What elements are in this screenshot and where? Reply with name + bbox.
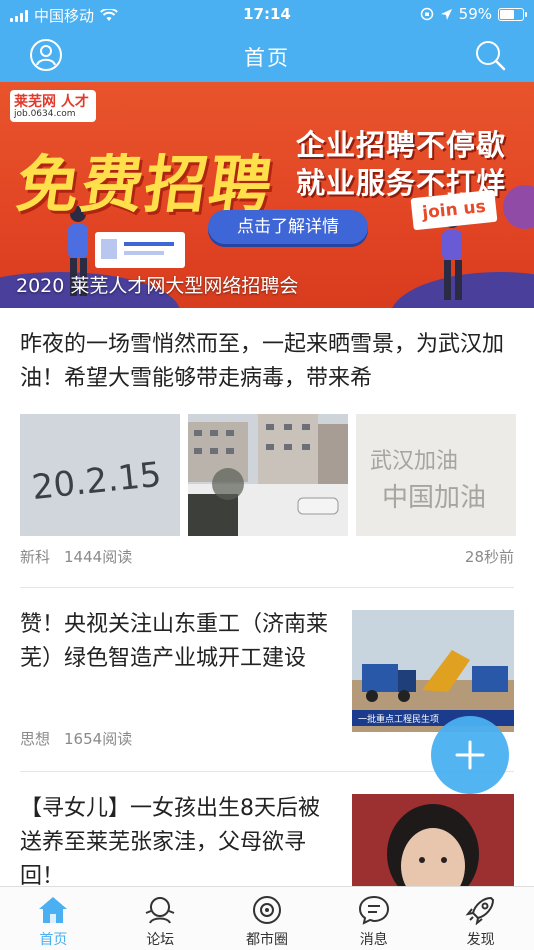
tab-bar: 首页 论坛 都市圈 消息 发现 xyxy=(0,886,534,950)
thumbnail-snowy-buildings[interactable] xyxy=(188,414,348,536)
svg-text:武汉加油: 武汉加油 xyxy=(370,449,458,474)
banner-cta-button[interactable]: 点击了解详情 xyxy=(208,210,368,244)
feed-item-meta: 思想 1654阅读 xyxy=(20,728,132,749)
feed-item-time: 28秒前 xyxy=(464,548,514,566)
search-button[interactable] xyxy=(472,37,508,73)
tab-city-circle-label: 都市圈 xyxy=(245,932,288,948)
orientation-lock-icon xyxy=(420,7,433,21)
message-icon xyxy=(358,895,389,925)
banner-carousel[interactable]: 莱芜网 人才 job.0634.com 免费招聘 企业招聘不停歇 就业服务不打烊… xyxy=(0,82,534,308)
tab-discover-label: 发现 xyxy=(466,932,495,948)
feed-item-meta: 新科 1444阅读 xyxy=(20,546,132,567)
feed-item-author: 思想 xyxy=(20,730,51,748)
status-bar: 中国移动 17:14 59% xyxy=(0,0,534,28)
plus-icon xyxy=(455,740,485,770)
tab-forum-label: 论坛 xyxy=(146,932,175,948)
feed-item-image[interactable] xyxy=(352,794,514,894)
feed-item-title: 【寻女儿】一女孩出生8天后被送养至莱芜张家洼，父母欲寻回！ xyxy=(20,796,320,889)
page-title: 首页 xyxy=(244,46,290,70)
feed-item-author: 新科 xyxy=(20,548,51,566)
battery-icon xyxy=(498,7,527,21)
feed-item-reads: 1654阅读 xyxy=(64,730,133,748)
search-icon xyxy=(476,41,506,71)
forum-icon xyxy=(145,897,175,924)
nav-bar: 首页 xyxy=(0,28,534,82)
feed-item-image[interactable]: 一批重点工程民生项 xyxy=(352,610,514,732)
thumbnail-snow-writing[interactable]: 20.2.15 xyxy=(20,414,180,536)
tab-messages-label: 消息 xyxy=(359,932,388,948)
tab-discover[interactable]: 发现 xyxy=(427,887,534,950)
thumbnail-snow-message[interactable]: 武汉加油 中国加油 xyxy=(356,414,516,536)
svg-text:中国加油: 中国加油 xyxy=(382,483,486,513)
rocket-icon xyxy=(465,896,494,925)
feed-item-thumbnails: 20.2.15 武汉加油 中国加油 xyxy=(20,414,516,536)
battery-percent: 59% xyxy=(458,5,492,23)
news-overlay-caption: 一批重点工程民生项 xyxy=(358,713,439,725)
top-bar: 中国移动 17:14 59% 首页 xyxy=(0,0,534,82)
banner-logo: 莱芜网 人才 job.0634.com xyxy=(10,90,96,122)
circle-icon xyxy=(252,896,281,924)
banner-caption: 2020 莱芜人才网大型网络招聘会 xyxy=(16,275,299,297)
compose-fab[interactable] xyxy=(431,716,509,794)
banner-sub-slogan-1: 企业招聘不停歇 xyxy=(296,128,507,162)
tab-home-label: 首页 xyxy=(39,932,68,948)
tab-forum[interactable]: 论坛 xyxy=(107,887,214,950)
location-icon xyxy=(440,8,452,20)
feed-item-reads: 1444阅读 xyxy=(64,548,133,566)
tab-home[interactable]: 首页 xyxy=(0,887,107,950)
tab-messages[interactable]: 消息 xyxy=(320,887,427,950)
home-icon xyxy=(39,897,68,923)
feed-item-title: 昨夜的一场雪悄然而至，一起来晒雪景，为武汉加油！希望大雪能够带走病毒，带来希 xyxy=(20,332,505,391)
feed-item[interactable]: 昨夜的一场雪悄然而至，一起来晒雪景，为武汉加油！希望大雪能够带走病毒，带来希 2… xyxy=(0,308,534,588)
tab-city-circle[interactable]: 都市圈 xyxy=(214,887,321,950)
feed-item-title: 赞！央视关注山东重工（济南莱芜）绿色智造产业城开工建设 xyxy=(20,612,329,671)
